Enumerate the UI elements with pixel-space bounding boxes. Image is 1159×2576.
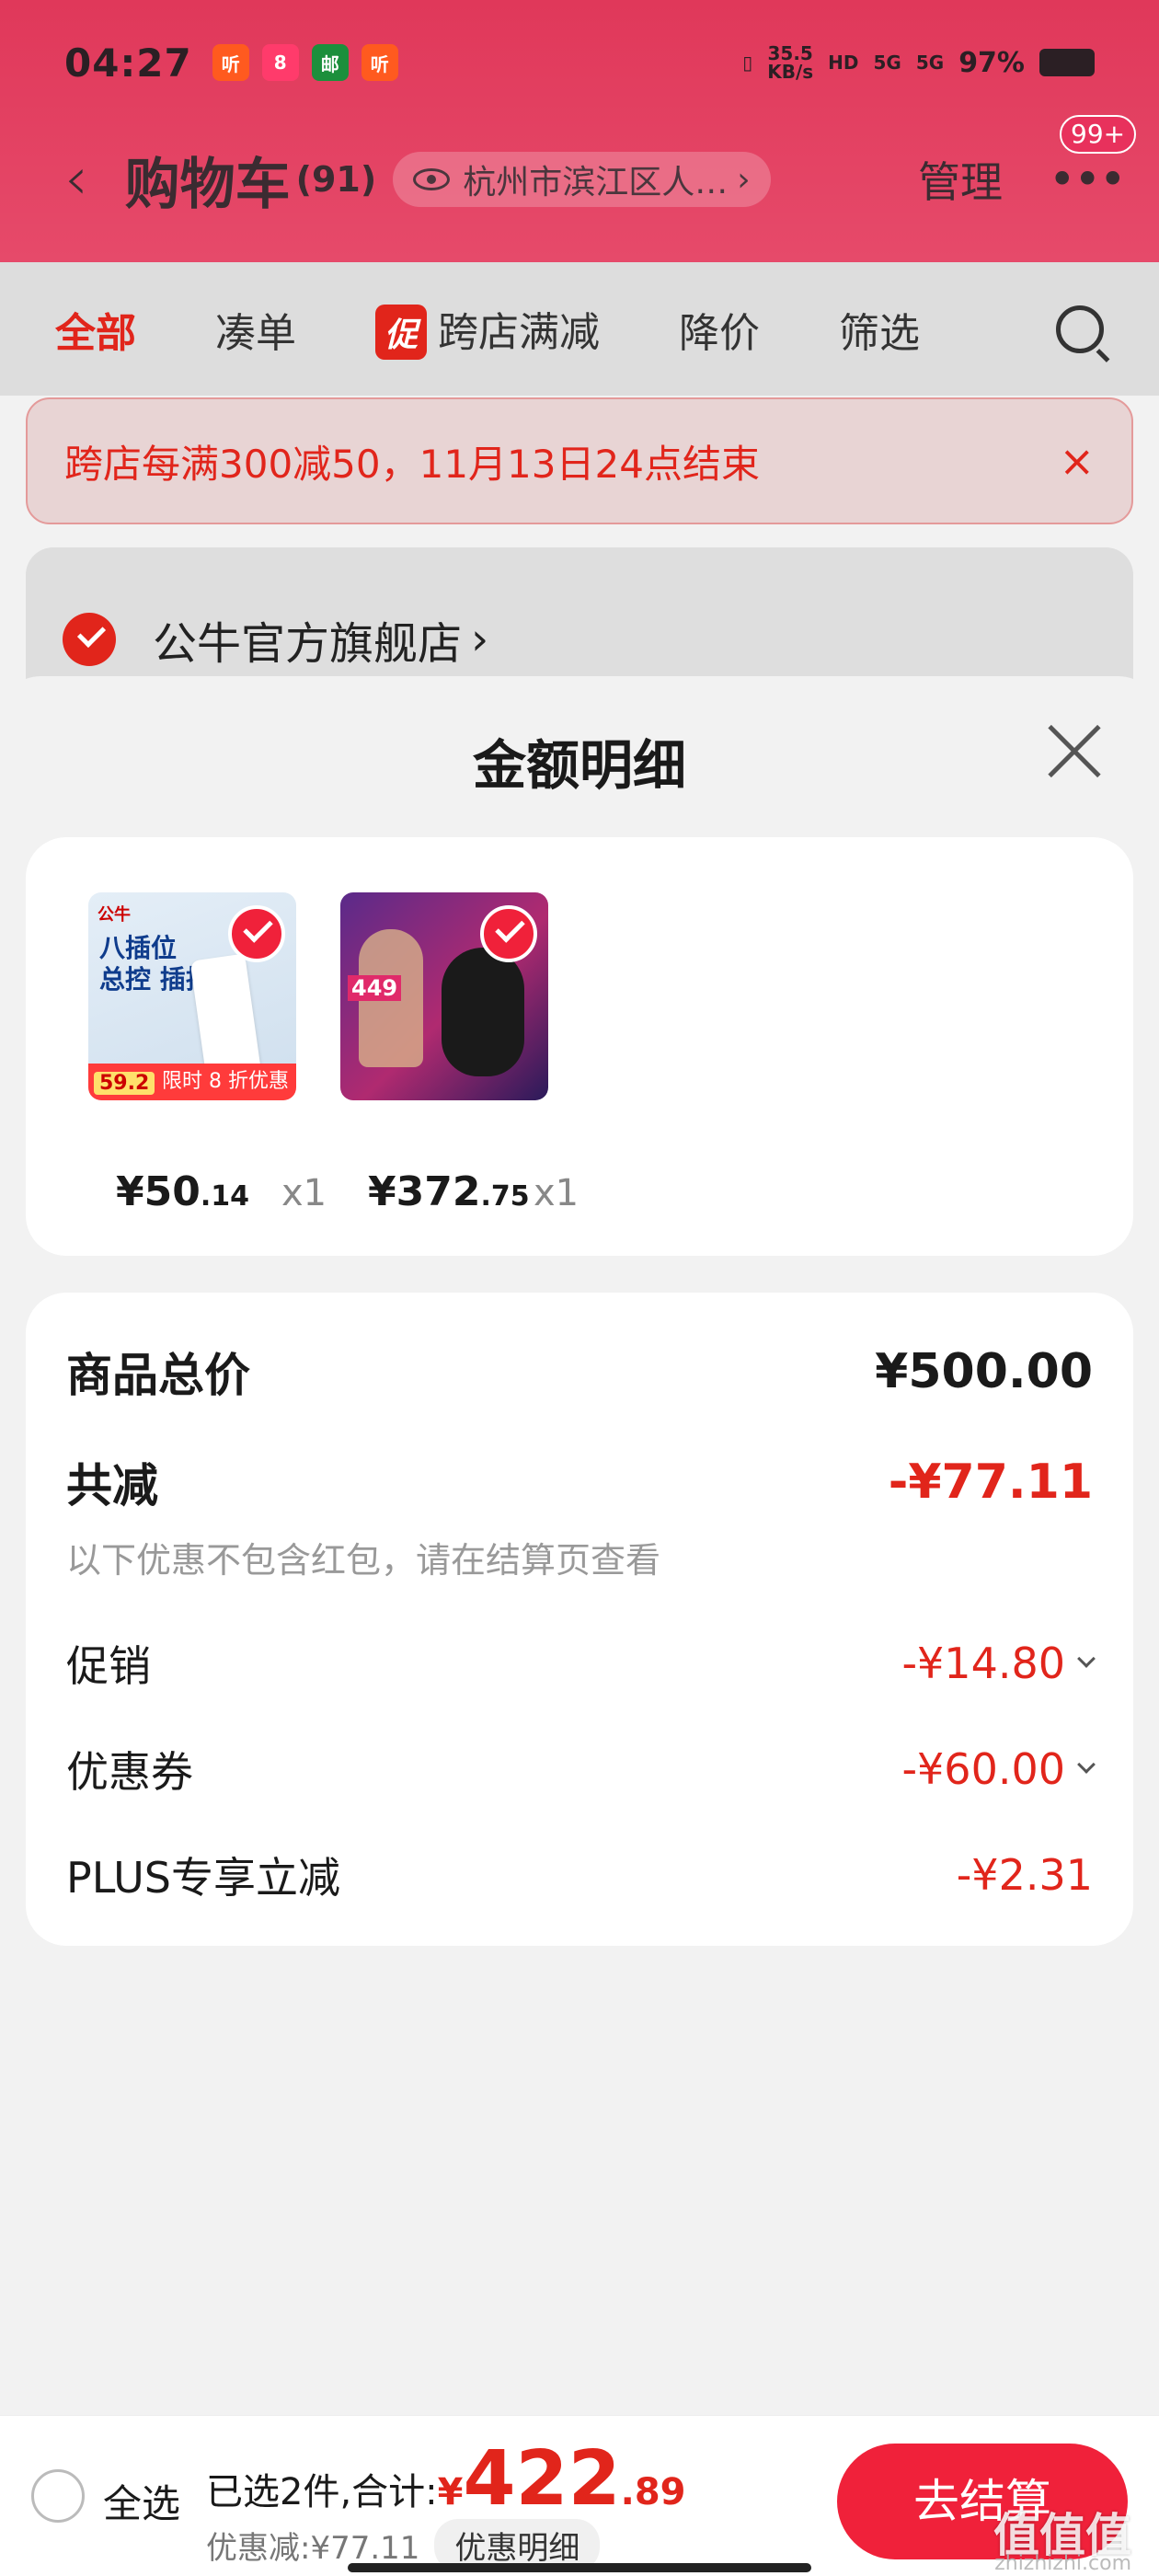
price-int: ¥50: [116, 1168, 201, 1215]
price-int: ¥372: [368, 1168, 481, 1215]
img-price: 59.2: [94, 1072, 155, 1095]
coupon-value: -¥60.00: [901, 1744, 1065, 1794]
amount-detail-sheet: 金额明细 公牛 八插位 总控 插排 限时 8 折优惠 59.2 ¥50.14 x1…: [0, 676, 1159, 2576]
plus-value: -¥2.31: [956, 1850, 1093, 1900]
selected-check-icon: [480, 905, 537, 962]
selected-check-icon: [228, 905, 285, 962]
plus-label: PLUS专享立减: [66, 1853, 340, 1903]
item-price: ¥372.75: [368, 1168, 530, 1215]
mouse-shape: [442, 948, 524, 1076]
selected-items-card: 公牛 八插位 总控 插排 限时 8 折优惠 59.2 ¥50.14 x1 449 …: [26, 837, 1133, 1256]
coupon-row[interactable]: 优惠券 -¥60.00: [66, 1739, 1096, 1800]
checkout-bar: 全选 已选2件,合计: ¥ 422 .89 优惠减:¥77.11 优惠明细 去结…: [0, 2415, 1159, 2576]
total-amount-dec: .89: [620, 2471, 686, 2513]
plus-discount-row: PLUS专享立减 -¥2.31: [66, 1845, 1093, 1905]
discount-text: 优惠减:¥77.11: [206, 2530, 420, 2567]
promo-row[interactable]: 促销 -¥14.80: [66, 1633, 1096, 1694]
coupon-label: 优惠券: [66, 1747, 193, 1797]
total-discount-value: -¥77.11: [888, 1455, 1093, 1510]
total-line: 已选2件,合计: ¥ 422 .89: [206, 2442, 686, 2517]
item-quantity: x1: [534, 1172, 580, 1214]
chevron-down-icon: [1077, 1650, 1096, 1668]
select-all-label[interactable]: 全选: [103, 2473, 180, 2529]
item-power-strip[interactable]: 公牛 八插位 总控 插排 限时 8 折优惠 59.2 ¥50.14 x1: [88, 892, 327, 1215]
price-dec: .14: [200, 1180, 250, 1213]
dim-overlay[interactable]: [0, 0, 1159, 681]
promo-value: -¥14.80: [901, 1639, 1065, 1688]
sheet-title: 金额明细: [472, 734, 686, 797]
item-gaming-mouse[interactable]: 449 ¥372.75 x1: [340, 892, 579, 1215]
chevron-down-icon: [1077, 1755, 1096, 1774]
total-currency: ¥: [437, 2471, 464, 2513]
home-indicator[interactable]: [348, 2563, 811, 2572]
total-discount-row: 共减 -¥77.11: [66, 1449, 1093, 1515]
item-quantity: x1: [281, 1172, 327, 1214]
price-summary-card: 商品总价 ¥500.00 共减 -¥77.11 以下优惠不包含红包，请在结算页查…: [26, 1293, 1133, 1946]
promo-label: 促销: [66, 1641, 151, 1691]
selected-count-label: 已选2件,合计:: [206, 2471, 438, 2513]
select-all-radio[interactable]: [31, 2469, 85, 2523]
total-amount-int: 422: [463, 2435, 621, 2523]
img-title-1: 八插位: [99, 933, 178, 963]
goods-total-label: 商品总价: [66, 1349, 250, 1402]
price-dec: .75: [480, 1180, 530, 1213]
img-price-tag: 449: [348, 975, 402, 1001]
watermark-url: zhizhizhi.com: [994, 2552, 1131, 2575]
close-icon[interactable]: [1045, 722, 1104, 781]
discount-note: 以下优惠不包含红包，请在结算页查看: [66, 1540, 661, 1581]
total-discount-label: 共减: [66, 1459, 158, 1512]
item-price: ¥50.14: [116, 1168, 249, 1215]
gaming-mouse-image: 449: [340, 892, 548, 1100]
goods-total-row: 商品总价 ¥500.00: [66, 1339, 1093, 1405]
goods-total-value: ¥500.00: [875, 1344, 1093, 1399]
cart-page-background: 04:27 听 8 邮 听 ▯ 35.5 KB/s HD 5G 5G 97% ‹ …: [0, 0, 1159, 731]
power-strip-image: 公牛 八插位 总控 插排 限时 8 折优惠 59.2: [88, 892, 296, 1100]
brand-logo: 公牛: [98, 905, 131, 925]
